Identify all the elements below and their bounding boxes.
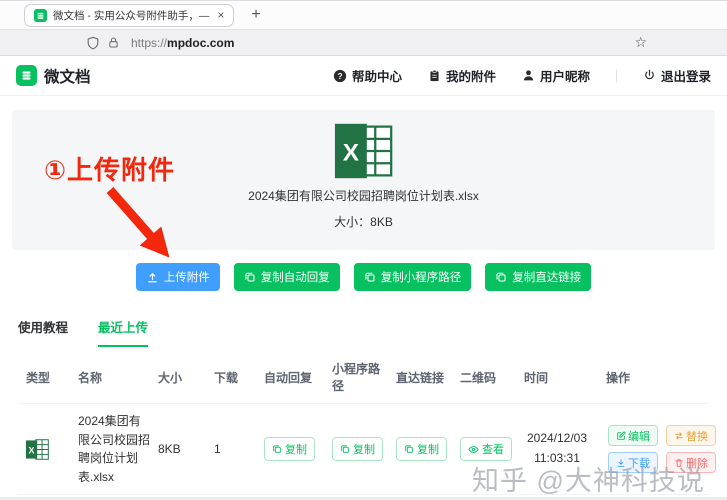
content-tabs: 使用教程 最近上传 [18, 317, 709, 347]
table-header-row: 类型 名称 大小 下载 自动回复 小程序路径 直达链接 二维码 时间 操作 [18, 351, 709, 403]
nav-logout-label: 退出登录 [660, 70, 711, 84]
question-circle-icon: ? [333, 69, 347, 82]
page: 微文档 - 实用公众号附件助手，— × + https://mpdoc.com … [0, 0, 727, 500]
tab-tutorial[interactable]: 使用教程 [18, 317, 68, 347]
eye-icon [468, 445, 479, 453]
qrcode-cell: 查看 [452, 437, 516, 462]
svg-text:?: ? [337, 70, 342, 80]
copy-auto-reply-label: 复制自动回复 [260, 272, 330, 284]
nav-user-nickname[interactable]: 用户昵称 [522, 66, 590, 85]
new-tab-button[interactable]: + [251, 7, 260, 23]
power-icon [645, 69, 654, 80]
svg-text:X: X [29, 445, 35, 455]
user-icon [523, 70, 534, 81]
col-actions: 操作 [606, 370, 631, 385]
browser-tab-bar: 微文档 - 实用公众号附件助手，— × + [0, 0, 727, 29]
shield-icon[interactable] [86, 36, 100, 50]
app-header: 微文档 ? 帮助中心 我的附件 用户昵称 退出登录 [0, 56, 727, 96]
clipboard-icon [430, 69, 439, 81]
copy-miniprogram-path-button[interactable]: 复制小程序路径 [353, 263, 472, 291]
preview-file-size: 大小：8KB [334, 215, 393, 229]
upload-annotation-text: ①上传附件 [44, 155, 176, 185]
excel-file-icon: X [18, 438, 70, 460]
col-mp-path: 小程序路径 [332, 362, 381, 393]
url-domain: mpdoc.com [167, 35, 235, 50]
copy-auto-reply-row-button[interactable]: 复制 [264, 437, 315, 462]
red-arrow-annotation [106, 187, 170, 258]
auto-reply-cell: 复制 [256, 437, 324, 462]
browser-tab[interactable]: 微文档 - 实用公众号附件助手，— × [24, 3, 235, 27]
edit-button[interactable]: 编辑 [608, 425, 658, 447]
col-type: 类型 [26, 370, 51, 385]
brand-logo-icon[interactable] [16, 65, 37, 86]
copy-direct-link-button[interactable]: 复制直达链接 [485, 263, 592, 291]
site-favicon-icon [34, 8, 47, 22]
copy-mp-path-row-button[interactable]: 复制 [332, 437, 383, 462]
header-nav: ? 帮助中心 我的附件 用户昵称 退出登录 [333, 66, 711, 85]
file-size: 8KB [158, 442, 181, 457]
nav-help-center[interactable]: ? 帮助中心 [333, 66, 402, 85]
bookmark-star-icon[interactable]: ☆ [634, 34, 647, 51]
col-direct-link: 直达链接 [396, 370, 445, 385]
upload-icon [147, 272, 157, 282]
svg-text:X: X [342, 139, 359, 166]
brand-name[interactable]: 微文档 [44, 65, 91, 87]
lock-icon[interactable] [107, 36, 120, 49]
upload-button-label: 上传附件 [163, 272, 210, 284]
nav-logout[interactable]: 退出登录 [643, 66, 711, 85]
mp-path-cell: 复制 [324, 437, 388, 462]
col-size: 大小 [158, 370, 183, 385]
swap-icon [675, 432, 683, 440]
nav-my-attachments[interactable]: 我的附件 [428, 66, 496, 85]
download-count: 1 [214, 442, 221, 457]
edit-label: 编辑 [628, 430, 650, 443]
excel-file-icon-large: X [334, 123, 392, 179]
copy-miniprogram-path-label: 复制小程序路径 [380, 272, 462, 284]
col-qrcode: 二维码 [460, 370, 497, 385]
nav-divider [615, 68, 617, 83]
watermark-text: 知乎 @大神科技说 [472, 466, 705, 496]
col-name: 名称 [78, 370, 103, 385]
close-tab-icon[interactable]: × [217, 8, 224, 22]
replace-label: 替换 [686, 430, 708, 443]
upload-date: 2024/12/03 [526, 431, 588, 446]
direct-link-cell: 复制 [388, 437, 452, 462]
view-label: 查看 [482, 444, 504, 457]
copy-icon [365, 272, 375, 282]
col-downloads: 下载 [214, 370, 239, 385]
col-time: 时间 [524, 370, 549, 385]
browser-tab-title: 微文档 - 实用公众号附件助手，— [53, 9, 210, 22]
browser-url-bar[interactable]: https://mpdoc.com ☆ [0, 29, 727, 56]
edit-icon [617, 431, 626, 440]
url-text[interactable]: https://mpdoc.com [131, 36, 234, 50]
copy-icon [245, 272, 255, 282]
nav-user-label: 用户昵称 [539, 70, 590, 84]
file-name: 2024集团有限公司校园招聘岗位计划表.xlsx [78, 414, 151, 484]
copy-icon [273, 445, 281, 453]
col-auto-reply: 自动回复 [264, 370, 313, 385]
copy-label: 复制 [353, 444, 375, 457]
copy-direct-link-label: 复制直达链接 [512, 272, 582, 284]
replace-button[interactable]: 替换 [666, 425, 716, 447]
copy-label: 复制 [417, 444, 439, 457]
copy-icon [405, 445, 413, 453]
tab-recent-uploads[interactable]: 最近上传 [98, 317, 149, 347]
copy-label: 复制 [285, 444, 307, 457]
preview-file-name: 2024集团有限公司校园招聘岗位计划表.xlsx [248, 189, 479, 203]
copy-icon [496, 272, 506, 282]
copy-auto-reply-button[interactable]: 复制自动回复 [233, 263, 340, 291]
view-qrcode-button[interactable]: 查看 [460, 437, 512, 462]
copy-direct-link-row-button[interactable]: 复制 [396, 437, 447, 462]
nav-help-label: 帮助中心 [351, 70, 402, 84]
nav-attachments-label: 我的附件 [445, 70, 496, 84]
url-prefix: https:// [131, 35, 168, 50]
copy-icon [341, 445, 349, 453]
